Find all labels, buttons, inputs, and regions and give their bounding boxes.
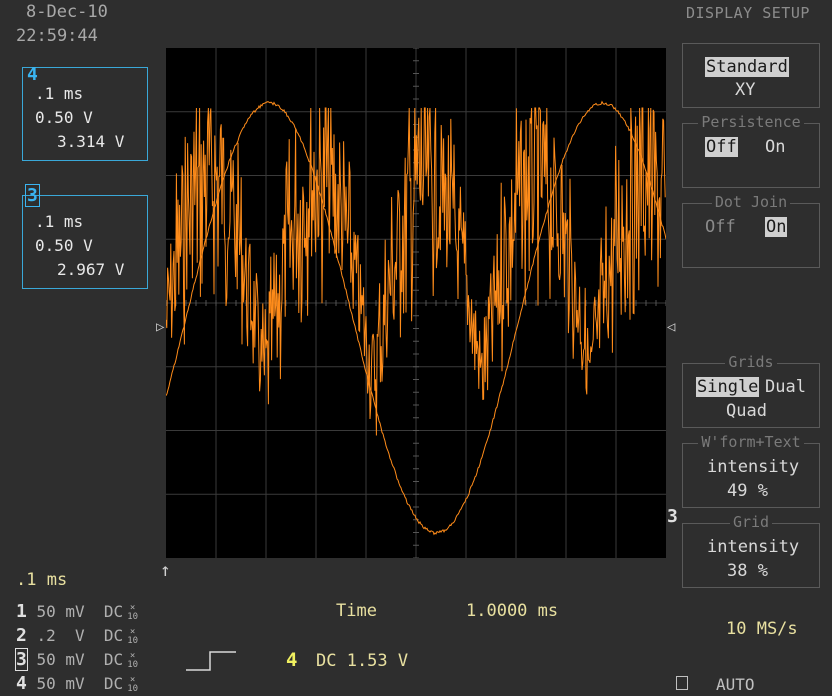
channel-2-coupling: DC xyxy=(104,626,123,645)
channel-offset: 3.314 V xyxy=(57,132,124,151)
channel-3-scale: 50 mV xyxy=(36,650,84,669)
channel-volts-div: 0.50 V xyxy=(35,236,93,255)
channel-4-number: 4 xyxy=(16,673,27,694)
time-readout: 22:59:44 xyxy=(16,26,98,46)
channel-side-marker: 3 xyxy=(667,506,678,527)
waveform-text-intensity-panel[interactable]: W'form+Text intensity 49 % xyxy=(682,443,820,508)
channel-4-scale: 50 mV xyxy=(36,674,84,693)
channel-2-summary[interactable]: 2 .2 V DC × 10 xyxy=(16,625,138,646)
grids-dual-option[interactable]: Dual xyxy=(765,377,806,397)
channel-4-descriptor[interactable]: 4 .1 ms 0.50 V 3.314 V xyxy=(22,67,148,161)
trigger-mode[interactable]: AUTO xyxy=(716,675,755,694)
probe-atten-icon: × 10 xyxy=(127,628,138,646)
waveform-display[interactable] xyxy=(166,48,666,558)
channel-timebase: .1 ms xyxy=(35,212,83,231)
menu-title: DISPLAY SETUP xyxy=(686,4,810,22)
trigger-channel: 4 xyxy=(286,649,297,671)
channel-3-descriptor[interactable]: 3 .1 ms 0.50 V 2.967 V xyxy=(22,195,148,289)
grid-intensity-title: Grid xyxy=(730,513,772,531)
waveform-intensity-label: intensity xyxy=(707,457,799,477)
channel-1-summary[interactable]: 1 50 mV DC × 10 xyxy=(16,601,138,622)
channel-2-scale: .2 V xyxy=(36,626,84,645)
channel-2-number: 2 xyxy=(16,625,27,646)
date-readout: 8-Dec-10 xyxy=(26,2,108,22)
channel-offset: 2.967 V xyxy=(57,260,124,279)
waveform-svg xyxy=(166,48,666,558)
trigger-edge-icon xyxy=(186,650,238,672)
time-value[interactable]: 1.0000 ms xyxy=(466,601,558,621)
channel-4-summary[interactable]: 4 50 mV DC × 10 xyxy=(16,673,138,694)
ground-level-marker[interactable]: ▷ xyxy=(156,319,164,335)
grid-intensity-label: intensity xyxy=(707,537,799,557)
persistence-title: Persistence xyxy=(698,113,803,131)
probe-atten-icon: × 10 xyxy=(127,604,138,622)
channel-1-coupling: DC xyxy=(104,602,123,621)
grids-panel[interactable]: Grids Single Dual Quad xyxy=(682,363,820,428)
channel-3-number: 3 xyxy=(16,649,27,670)
waveform-intensity-value[interactable]: 49 % xyxy=(727,481,768,501)
probe-atten-icon: × 10 xyxy=(127,652,138,670)
timebase-readout: .1 ms xyxy=(16,570,67,590)
grids-single-option[interactable]: Single xyxy=(696,377,759,397)
channel-3-summary[interactable]: 3 50 mV DC × 10 xyxy=(16,649,138,670)
channel-3-coupling: DC xyxy=(104,650,123,669)
dot-join-title: Dot Join xyxy=(712,193,790,211)
dot-join-on-option[interactable]: On xyxy=(765,217,787,237)
probe-atten-icon: × 10 xyxy=(127,676,138,694)
display-xy-option[interactable]: XY xyxy=(735,80,755,100)
display-standard-option[interactable]: Standard xyxy=(705,57,789,77)
graticule xyxy=(166,48,666,558)
channel-volts-div: 0.50 V xyxy=(35,108,93,127)
persistence-panel[interactable]: Persistence Off On xyxy=(682,123,820,188)
channel-number: 3 xyxy=(25,184,40,207)
trigger-mode-indicator-icon xyxy=(676,676,688,690)
dot-join-off-option[interactable]: Off xyxy=(705,217,736,237)
channel-1-scale: 50 mV xyxy=(36,602,84,621)
grids-quad-option[interactable]: Quad xyxy=(726,401,767,421)
trigger-position-marker[interactable]: ↑ xyxy=(160,560,171,581)
trigger-level[interactable]: DC 1.53 V xyxy=(316,651,408,671)
persistence-on-option[interactable]: On xyxy=(765,137,785,157)
grid-intensity-panel[interactable]: Grid intensity 38 % xyxy=(682,523,820,588)
persistence-off-option[interactable]: Off xyxy=(705,137,738,157)
time-label: Time xyxy=(336,601,377,621)
trigger-level-marker[interactable]: ◁ xyxy=(667,319,675,335)
channel-1-number: 1 xyxy=(16,601,27,622)
display-mode-panel[interactable]: Standard XY xyxy=(682,43,820,108)
grid-intensity-value[interactable]: 38 % xyxy=(727,561,768,581)
dot-join-panel[interactable]: Dot Join Off On xyxy=(682,203,820,268)
channel-timebase: .1 ms xyxy=(35,84,83,103)
waveform-text-title: W'form+Text xyxy=(698,433,803,451)
channel-number: 4 xyxy=(27,64,38,85)
channel-4-coupling: DC xyxy=(104,674,123,693)
grids-title: Grids xyxy=(725,353,776,371)
sample-rate: 10 MS/s xyxy=(726,619,798,639)
